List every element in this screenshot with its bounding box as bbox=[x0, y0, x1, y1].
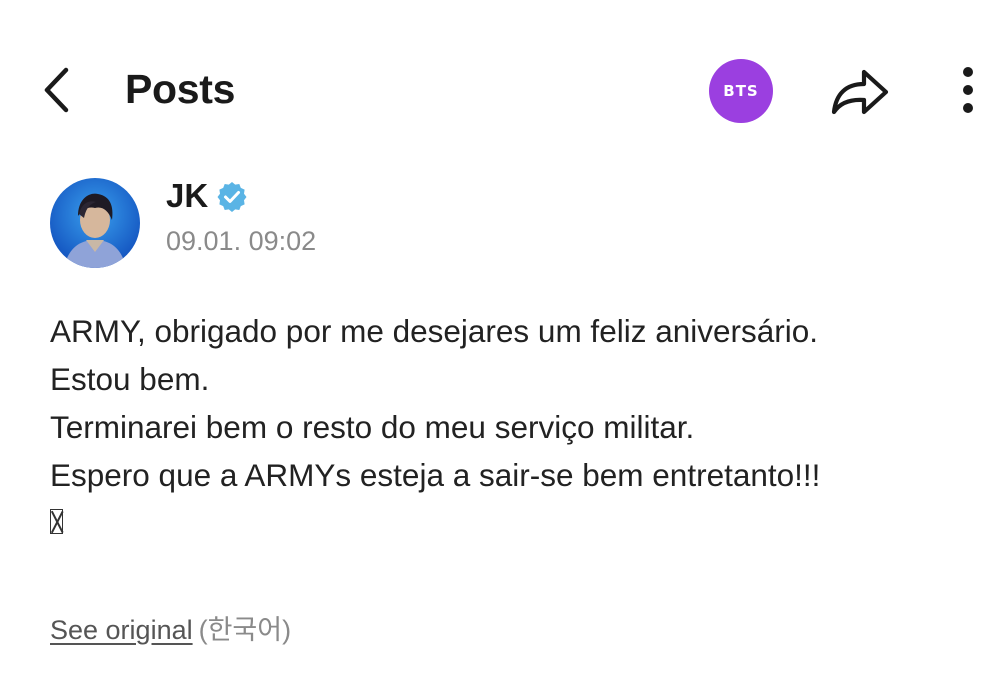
missing-emoji-glyph-icon bbox=[50, 509, 63, 534]
app-header: Posts BTS bbox=[0, 0, 1000, 180]
post-content: ARMY, obrigado por me desejares um feliz… bbox=[50, 307, 980, 547]
community-badge[interactable]: BTS bbox=[709, 59, 773, 123]
avatar-photo-icon bbox=[50, 178, 140, 268]
more-vertical-icon bbox=[963, 67, 973, 113]
back-button[interactable] bbox=[38, 62, 82, 118]
page-title: Posts bbox=[125, 66, 236, 112]
original-language-label: (한국어) bbox=[198, 615, 292, 645]
see-original-link[interactable]: See original bbox=[50, 615, 193, 645]
author-name[interactable]: JK bbox=[166, 176, 208, 216]
emoji-line bbox=[50, 499, 980, 547]
share-icon bbox=[831, 69, 889, 115]
post-line: ARMY, obrigado por me desejares um feliz… bbox=[50, 313, 819, 349]
post-timestamp: 09.01. 09:02 bbox=[166, 226, 317, 256]
verified-badge bbox=[216, 181, 248, 213]
post-line: Estou bem. bbox=[50, 361, 210, 397]
share-button[interactable] bbox=[826, 62, 892, 120]
more-options-button[interactable] bbox=[950, 64, 986, 118]
post-line: Espero que a ARMYs esteja a sair-se bem … bbox=[50, 457, 821, 493]
translation-info: See original (한국어) bbox=[50, 612, 291, 648]
post-line: Terminarei bem o resto do meu serviço mi… bbox=[50, 409, 695, 445]
author-avatar[interactable] bbox=[50, 178, 140, 268]
verified-icon bbox=[217, 182, 247, 212]
back-arrow-icon bbox=[44, 67, 69, 113]
